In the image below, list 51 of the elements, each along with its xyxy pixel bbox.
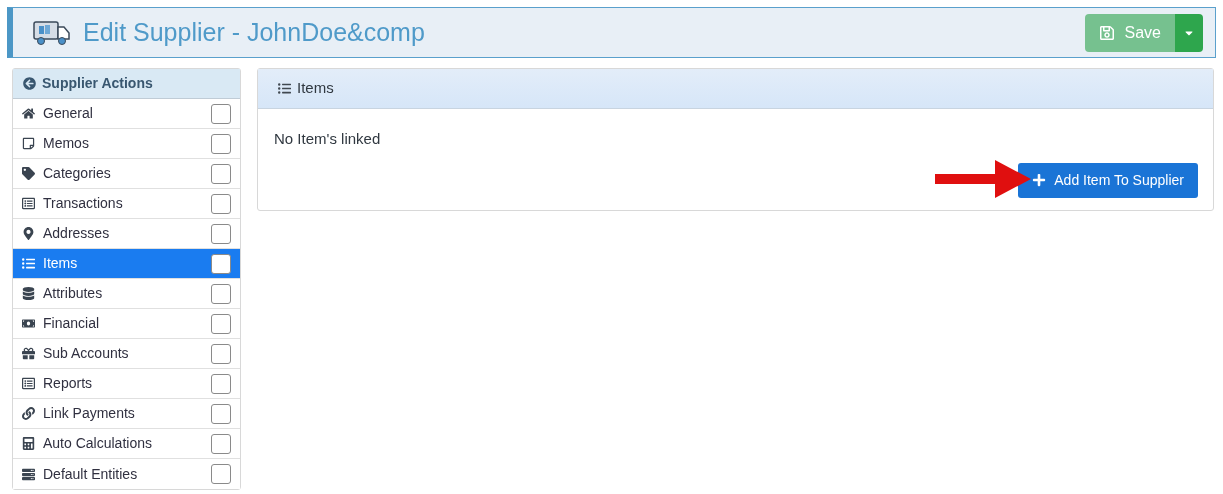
checkbox[interactable] (211, 193, 231, 214)
note-icon (22, 137, 35, 150)
sidebar-label: Reports (43, 374, 93, 393)
map-pin-icon (22, 227, 35, 240)
checkbox[interactable] (211, 403, 231, 424)
sidebar-label: Auto Calculations (43, 434, 152, 453)
panel-title: Items (297, 78, 334, 99)
sidebar-label: General (43, 104, 93, 123)
sidebar-label: Sub Accounts (43, 344, 129, 363)
gift-icon (22, 347, 35, 360)
checkbox[interactable] (211, 133, 231, 154)
checkbox[interactable] (211, 433, 231, 454)
empty-message: No Item's linked (274, 129, 381, 149)
page-title: Edit Supplier - JohnDoe&comp (83, 16, 425, 48)
sidebar-label: Default Entities (43, 464, 138, 484)
home-icon (22, 107, 35, 120)
sidebar-label: Memos (43, 134, 89, 153)
checkbox[interactable] (211, 223, 231, 244)
server-icon (22, 467, 35, 481)
dropdown-toggle[interactable] (1175, 13, 1203, 52)
add-item-button[interactable]: Add Item To Supplier (1018, 162, 1198, 198)
back-icon (23, 77, 36, 90)
sidebar-label: Financial (43, 314, 100, 333)
sidebar-title: Supplier Actions (42, 74, 153, 93)
checkbox[interactable] (211, 283, 231, 304)
list-icon (278, 82, 291, 95)
sidebar-item[interactable]: Items (13, 249, 240, 279)
checkbox[interactable] (211, 373, 231, 394)
sidebar-label: Transactions (43, 194, 123, 213)
truck-icon (33, 19, 71, 46)
money-icon (22, 317, 35, 330)
checkbox[interactable] (211, 253, 231, 274)
sidebar-label: Attributes (43, 284, 103, 303)
sidebar-label: Addresses (43, 224, 110, 243)
sidebar-label: Items (43, 254, 78, 273)
database-icon (22, 287, 35, 300)
save-icon (1098, 24, 1115, 41)
checkbox[interactable] (211, 464, 231, 484)
sidebar-label: Categories (43, 164, 111, 183)
checkbox[interactable] (211, 313, 231, 334)
plus-icon (1032, 173, 1047, 187)
tag-icon (22, 167, 35, 180)
list-icon (22, 197, 35, 210)
checkbox[interactable] (211, 163, 231, 184)
link-icon (22, 407, 35, 420)
checkbox[interactable] (211, 103, 231, 124)
sidebar-label: Link Payments (43, 404, 135, 423)
calculator-icon (22, 437, 35, 450)
list-icon (22, 257, 35, 270)
list-icon (22, 377, 35, 390)
checkbox[interactable] (211, 343, 231, 364)
